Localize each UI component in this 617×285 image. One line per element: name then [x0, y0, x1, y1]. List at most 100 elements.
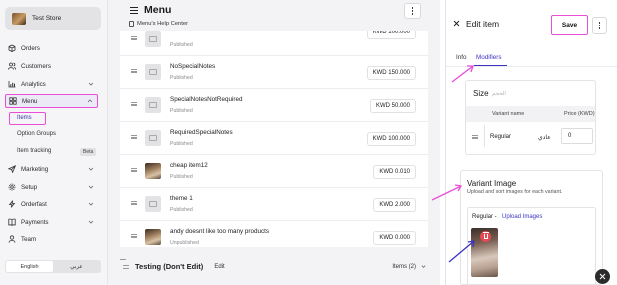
- section-edit-link[interactable]: Edit: [214, 264, 224, 270]
- help-center-link[interactable]: Menu's Help Center: [129, 21, 188, 27]
- language-switcher: English عربي: [5, 260, 101, 273]
- table-row: Regular عادي 0: [466, 125, 595, 147]
- box-icon: [8, 44, 16, 52]
- list-item[interactable]: Published KWD 100.000: [120, 31, 428, 56]
- kebab-dot: [411, 12, 414, 15]
- item-name: SpecialNotesNotRequired: [170, 96, 243, 103]
- book-icon: [8, 218, 16, 226]
- drag-handle-icon[interactable]: [131, 201, 137, 205]
- sidebar-subitem-item-tracking[interactable]: Item tracking: [17, 148, 51, 154]
- panel-title: Edit item: [466, 19, 500, 29]
- sidebar-item-label: Marketing: [21, 165, 49, 173]
- item-price: KWD 100.000: [366, 132, 416, 146]
- drag-handle-icon[interactable]: [131, 234, 137, 238]
- item-status: Published: [170, 42, 193, 48]
- sidebar-item-payments[interactable]: Payments: [5, 215, 98, 229]
- menu-more-button[interactable]: [404, 3, 421, 19]
- grid-icon: [9, 97, 17, 105]
- sidebar-item-label: Analytics: [21, 80, 46, 88]
- variant-image-thumbnail[interactable]: [471, 228, 498, 277]
- sidebar-item-marketing[interactable]: Marketing: [5, 162, 98, 176]
- column-header: Variant name: [492, 111, 525, 117]
- chevron-down-icon: [88, 185, 94, 189]
- store-logo: [12, 12, 26, 25]
- send-icon: [8, 165, 16, 173]
- item-status: Published: [170, 207, 193, 213]
- sidebar-item-orders[interactable]: Orders: [5, 41, 98, 55]
- list-item[interactable]: cheap item12 Published KWD 0.010: [120, 155, 428, 188]
- menu-section-header: Testing (Don't Edit) Edit Items (2): [120, 258, 428, 275]
- variant-label: Regular -: [472, 214, 497, 220]
- kebab-dot: [411, 10, 414, 12]
- save-button[interactable]: Save: [551, 15, 588, 35]
- list-item[interactable]: RequiredSpecialNotes Published KWD 100.0…: [120, 122, 428, 155]
- upload-images-link[interactable]: Upload Images: [502, 214, 542, 220]
- chart-icon: [8, 80, 16, 88]
- sidebar-item-orderfast[interactable]: Orderfast: [5, 197, 98, 211]
- list-item[interactable]: SpecialNotesNotRequired Published KWD 50…: [120, 89, 428, 122]
- item-status: Unpublished: [170, 240, 199, 246]
- sidebar-item-menu[interactable]: Menu: [5, 94, 98, 108]
- person-icon: [8, 235, 16, 243]
- variant-image-card: Variant Image Upload and sort images for…: [460, 170, 603, 285]
- drag-handle-icon[interactable]: [131, 102, 137, 106]
- close-icon[interactable]: [453, 20, 460, 27]
- item-photo: [145, 163, 161, 179]
- trash-icon[interactable]: [480, 231, 491, 242]
- sidebar-item-label: Team: [21, 235, 37, 243]
- item-status: Published: [170, 108, 193, 114]
- store-name: Test Store: [32, 15, 62, 22]
- item-name: cheap item12: [170, 162, 208, 169]
- variant-price-input[interactable]: 0: [561, 128, 593, 144]
- kebab-dot: [598, 21, 601, 24]
- sidebar-subitem-option-groups[interactable]: Option Groups: [17, 131, 56, 137]
- sidebar: Test Store Orders Customers Analytics Me…: [0, 0, 108, 285]
- item-status: Published: [170, 75, 193, 81]
- chevron-down-icon: [88, 167, 94, 171]
- list-item[interactable]: NoSpecialNotes Published KWD 150.000: [120, 56, 428, 89]
- item-name: theme 1: [170, 195, 193, 202]
- language-english-button[interactable]: English: [6, 261, 53, 272]
- variant-image-title: Variant Image: [467, 179, 517, 188]
- sidebar-item-customers[interactable]: Customers: [5, 59, 98, 73]
- size-modifier-card: Size الحجم Variant name Price (KWD) Regu…: [465, 80, 596, 155]
- panel-more-button[interactable]: [592, 17, 607, 34]
- language-arabic-button[interactable]: عربي: [53, 261, 100, 272]
- sidebar-item-analytics[interactable]: Analytics: [5, 77, 98, 91]
- page-title: Menu: [144, 4, 172, 16]
- variant-name-arabic: عادي: [538, 135, 551, 141]
- item-status: Published: [170, 141, 193, 147]
- list-item[interactable]: andy doesnt like too many products Unpub…: [120, 221, 428, 247]
- item-photo: [145, 229, 161, 245]
- image-placeholder-icon: [145, 64, 161, 80]
- sidebar-subitem-items[interactable]: Items: [9, 112, 46, 125]
- tab-info[interactable]: Info: [456, 54, 467, 61]
- hamburger-icon[interactable]: [130, 6, 138, 14]
- drag-handle-icon[interactable]: [131, 69, 137, 73]
- drag-handle-icon[interactable]: [131, 168, 137, 172]
- drag-handle-icon[interactable]: [131, 36, 137, 40]
- item-price: KWD 0.010: [373, 165, 416, 179]
- item-price: KWD 2.000: [373, 198, 416, 212]
- tab-modifiers[interactable]: Modifiers: [476, 54, 502, 61]
- drag-handle-icon[interactable]: [472, 135, 478, 139]
- kebab-dot: [411, 7, 414, 10]
- list-item[interactable]: theme 1 Published KWD 2.000: [120, 188, 428, 221]
- sidebar-item-team[interactable]: Team: [5, 232, 98, 246]
- gear-icon: [8, 183, 16, 191]
- sidebar-item-label: Menu: [22, 97, 38, 105]
- chevron-down-icon[interactable]: [421, 264, 426, 269]
- variant-table-header: Variant name Price (KWD): [466, 106, 595, 122]
- drag-handle-icon[interactable]: [131, 135, 137, 139]
- chat-bubble-icon[interactable]: [595, 269, 610, 284]
- sidebar-item-label: Customers: [21, 62, 51, 70]
- item-price: KWD 50.000: [369, 99, 416, 113]
- beta-badge: Beta: [80, 148, 97, 156]
- tabs-divider: [446, 66, 617, 67]
- drag-handle-icon[interactable]: [123, 264, 129, 269]
- store-switcher[interactable]: Test Store: [5, 7, 101, 30]
- sidebar-item-setup[interactable]: Setup: [5, 180, 98, 194]
- kebab-dot: [598, 27, 601, 30]
- image-placeholder-icon: [145, 130, 161, 146]
- modifier-title: Size: [473, 89, 489, 98]
